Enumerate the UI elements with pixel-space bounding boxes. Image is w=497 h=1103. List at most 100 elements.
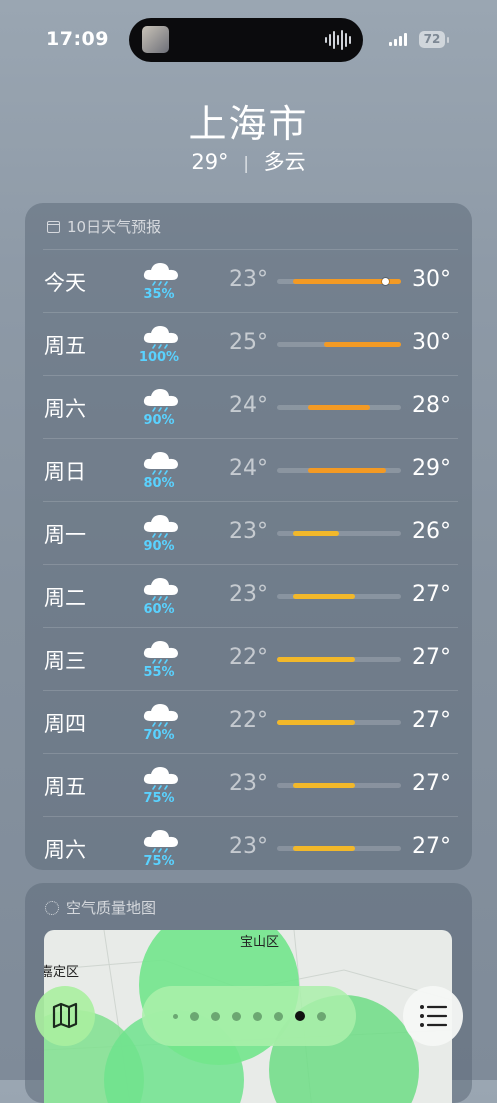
temp-range-bar (277, 342, 401, 347)
low-temp: 24° (229, 393, 268, 418)
temp-range-bar (277, 531, 401, 536)
forecast-day: 周五 (44, 775, 86, 799)
cloud-rain-icon (143, 452, 178, 475)
temp-range-bar (277, 783, 401, 788)
page-dot[interactable] (273, 1011, 283, 1021)
current-summary: 29° | 多云 (0, 146, 497, 176)
location-pager[interactable] (142, 986, 356, 1046)
page-dot[interactable] (189, 1011, 199, 1021)
ten-day-forecast-card[interactable]: 10日天气预报 今天 35% 23° 30° 周五 100% 25° 30° 周六 90% 24° 2… (25, 203, 472, 870)
page-dot-active[interactable] (294, 1011, 305, 1021)
high-temp: 27° (412, 771, 451, 796)
page-dot[interactable] (316, 1011, 326, 1021)
city-name: 上海市 (188, 102, 309, 146)
list-icon (420, 1005, 448, 1027)
page-dot[interactable] (252, 1011, 262, 1021)
temp-range-fill (292, 531, 339, 536)
forecast-row[interactable]: 周四 70% 22° 27° (43, 690, 458, 753)
precip-chance: 80% (143, 476, 175, 491)
high-temp: 27° (412, 582, 451, 607)
precip-chance: 75% (143, 854, 175, 869)
cloud-rain-icon (143, 515, 178, 538)
forecast-row[interactable]: 周三 55% 22° 27° (43, 627, 458, 690)
high-temp: 26° (412, 519, 451, 544)
low-temp: 25° (229, 330, 268, 355)
status-time: 17:09 (46, 28, 109, 50)
precip-chance: 90% (143, 539, 175, 554)
map-label: 宝山区 (240, 935, 280, 950)
temp-range-bar (277, 720, 401, 725)
cloud-rain-icon (143, 326, 178, 349)
temp-range-bar (277, 405, 401, 410)
precip-chance: 100% (138, 350, 180, 365)
page-dot[interactable] (210, 1011, 220, 1021)
low-temp: 24° (229, 456, 268, 481)
forecast-row[interactable]: 今天 35% 23° 30° (43, 249, 458, 312)
page-dot[interactable] (172, 1013, 178, 1019)
cloud-rain-icon (143, 830, 178, 853)
air-quality-title: 空气质量地图 (66, 899, 157, 917)
high-temp: 28° (412, 393, 451, 418)
cloud-rain-icon (143, 704, 178, 727)
temp-range-fill (308, 405, 370, 410)
forecast-day: 周一 (44, 523, 86, 547)
high-temp: 29° (412, 456, 451, 481)
current-condition: 多云 (263, 150, 306, 174)
low-temp: 23° (229, 582, 268, 607)
temp-range-fill (308, 468, 386, 473)
now-playing-artwork (142, 26, 169, 53)
high-temp: 27° (412, 834, 451, 859)
low-temp: 22° (229, 645, 268, 670)
forecast-header: 10日天气预报 (47, 216, 161, 237)
forecast-day: 周二 (44, 586, 86, 610)
low-temp: 23° (229, 267, 268, 292)
battery-icon: 72 (419, 31, 445, 48)
map-button[interactable] (35, 986, 95, 1046)
high-temp: 30° (412, 330, 451, 355)
temp-range-fill (292, 594, 355, 599)
precip-chance: 35% (143, 287, 175, 302)
forecast-row[interactable]: 周五 100% 25° 30° (43, 312, 458, 375)
high-temp: 27° (412, 708, 451, 733)
summary-separator: | (243, 154, 249, 174)
precip-chance: 55% (143, 665, 175, 680)
page-dot[interactable] (231, 1011, 241, 1021)
forecast-day: 今天 (44, 271, 86, 295)
locations-list-button[interactable] (403, 986, 463, 1046)
forecast-row[interactable]: 周五 75% 23° 27° (43, 753, 458, 816)
forecast-row[interactable]: 周六 75% 23° 27° (43, 816, 458, 879)
precip-chance: 60% (143, 602, 175, 617)
cloud-rain-icon (143, 578, 178, 601)
cloud-rain-icon (143, 641, 178, 664)
forecast-row[interactable]: 周日 80% 24° 29° (43, 438, 458, 501)
map-label: 嘉定区 (44, 965, 80, 980)
cloud-rain-icon (143, 767, 178, 790)
air-quality-icon (45, 900, 59, 915)
current-temperature: 29° (191, 150, 229, 174)
low-temp: 23° (229, 771, 268, 796)
forecast-day: 周六 (44, 397, 86, 421)
cellular-signal-icon (389, 33, 407, 46)
forecast-row[interactable]: 周六 90% 24° 28° (43, 375, 458, 438)
high-temp: 30° (412, 267, 451, 292)
current-temp-marker (382, 278, 389, 285)
forecast-day: 周四 (44, 712, 86, 736)
forecast-day: 周日 (44, 460, 86, 484)
temp-range-bar (277, 846, 401, 851)
battery-level: 72 (423, 32, 441, 46)
temp-range-fill (277, 657, 355, 662)
dynamic-island[interactable] (129, 18, 363, 62)
precip-chance: 90% (143, 413, 175, 428)
low-temp: 22° (229, 708, 268, 733)
forecast-list: 今天 35% 23° 30° 周五 100% 25° 30° 周六 90% 24° 28° 周日 80% 2… (43, 249, 458, 879)
forecast-row[interactable]: 周一 90% 23° 26° (43, 501, 458, 564)
temp-range-bar (277, 594, 401, 599)
temp-range-bar (277, 657, 401, 662)
air-quality-header: 空气质量地图 (45, 897, 156, 918)
temp-range-fill (323, 342, 401, 347)
audio-wave-icon (325, 30, 351, 50)
temp-range-fill (277, 720, 355, 725)
forecast-row[interactable]: 周二 60% 23° 27° (43, 564, 458, 627)
forecast-day: 周六 (44, 838, 86, 862)
high-temp: 27° (412, 645, 451, 670)
